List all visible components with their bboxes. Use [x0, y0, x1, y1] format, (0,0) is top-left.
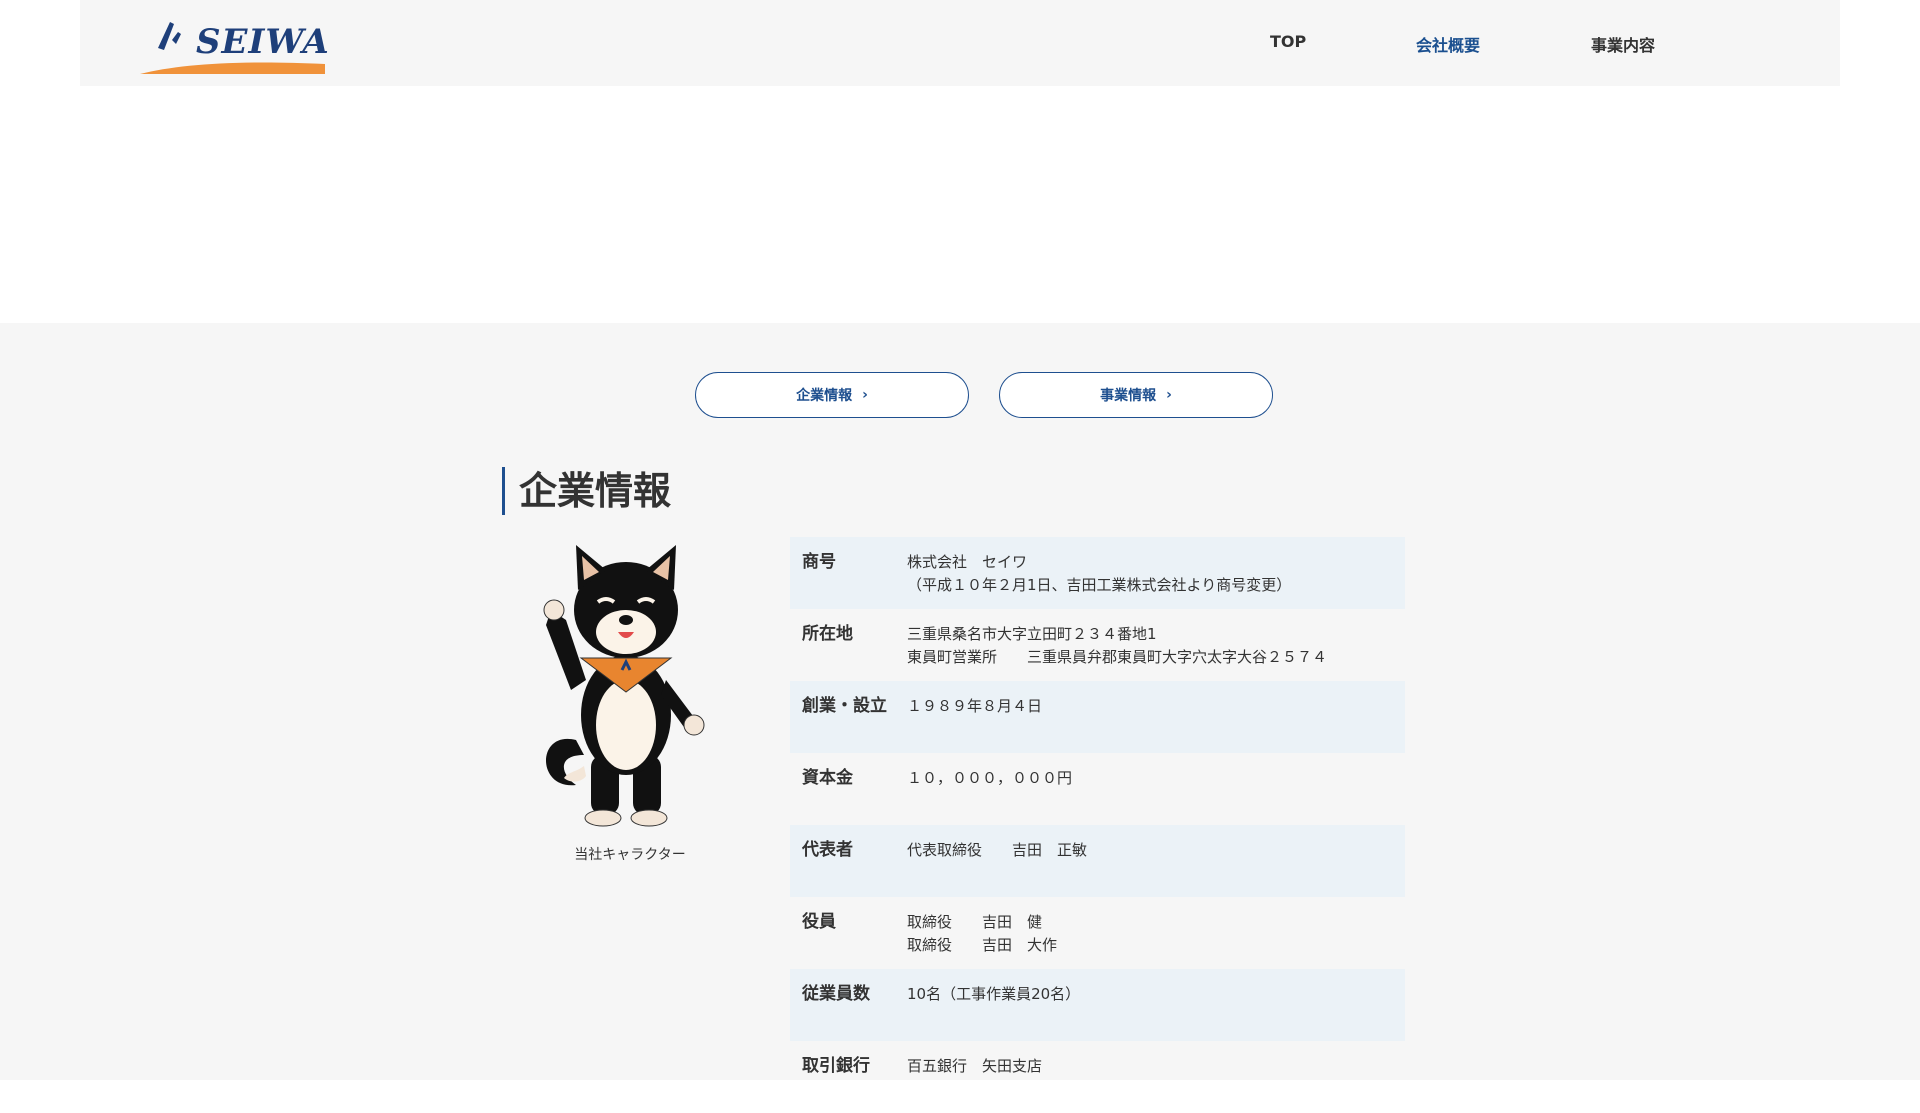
- chevron-right-icon: ›: [862, 387, 868, 403]
- row-label: 資本金: [802, 768, 853, 788]
- row-label: 創業・設立: [802, 696, 887, 716]
- company-info-button[interactable]: 企業情報 ›: [695, 372, 969, 418]
- row-value: 百五銀行 矢田支店: [907, 1057, 1043, 1075]
- table-row-founded: 創業・設立 １９８９年８月４日: [790, 681, 1405, 753]
- site-header: SEIWA TOP 会社概要 事業内容: [80, 0, 1840, 86]
- business-info-label: 事業情報: [1100, 388, 1157, 404]
- mascot-shiba-dog-image: [543, 545, 705, 827]
- row-label: 取引銀行: [802, 1056, 870, 1076]
- row-value: １０，０００，０００円: [907, 769, 1073, 787]
- row-value: 株式会社 セイワ （平成１０年２月1日、吉田工業株式会社より商号変更）: [907, 553, 1292, 594]
- row-value: １９８９年８月４日: [907, 697, 1043, 715]
- business-info-button[interactable]: 事業情報 ›: [999, 372, 1273, 418]
- mascot-caption: 当社キャラクター: [574, 847, 686, 863]
- table-row-representative: 代表者 代表取締役 吉田 正敏: [790, 825, 1405, 897]
- nav-top[interactable]: TOP: [1270, 32, 1306, 51]
- row-value: 取締役 吉田 健 取締役 吉田 大作: [907, 913, 1058, 954]
- row-label: 商号: [802, 552, 836, 572]
- table-row-trade-name: 商号 株式会社 セイワ （平成１０年２月1日、吉田工業株式会社より商号変更）: [790, 537, 1405, 609]
- row-value: 10名（工事作業員20名）: [907, 985, 1081, 1003]
- table-row-officers: 役員 取締役 吉田 健 取締役 吉田 大作: [790, 897, 1405, 969]
- section-title: 企業情報: [502, 467, 671, 515]
- row-label: 役員: [802, 912, 836, 932]
- row-value: 三重県桑名市大字立田町２３４番地1 東員町営業所 三重県員弁郡東員町大字穴太字大…: [907, 625, 1328, 666]
- logo-mark-icon: [158, 22, 181, 50]
- nav-business[interactable]: 事業内容: [1591, 32, 1655, 56]
- logo-swoosh-icon: [140, 62, 325, 74]
- seiwa-logo[interactable]: SEIWA: [140, 18, 330, 76]
- nav-company-overview[interactable]: 会社概要: [1416, 32, 1480, 56]
- row-label: 従業員数: [802, 984, 870, 1004]
- company-info-label: 企業情報: [796, 388, 853, 404]
- table-row-address: 所在地 三重県桑名市大字立田町２３４番地1 東員町営業所 三重県員弁郡東員町大字…: [790, 609, 1405, 681]
- company-info-table: 商号 株式会社 セイワ （平成１０年２月1日、吉田工業株式会社より商号変更） 所…: [790, 537, 1405, 1113]
- table-row-bank: 取引銀行 百五銀行 矢田支店: [790, 1041, 1405, 1113]
- row-value: 代表取締役 吉田 正敏: [907, 841, 1088, 859]
- row-label: 代表者: [802, 840, 853, 860]
- table-row-capital: 資本金 １０，０００，０００円: [790, 753, 1405, 825]
- table-row-employees: 従業員数 10名（工事作業員20名）: [790, 969, 1405, 1041]
- chevron-right-icon: ›: [1166, 387, 1172, 403]
- row-label: 所在地: [802, 624, 853, 644]
